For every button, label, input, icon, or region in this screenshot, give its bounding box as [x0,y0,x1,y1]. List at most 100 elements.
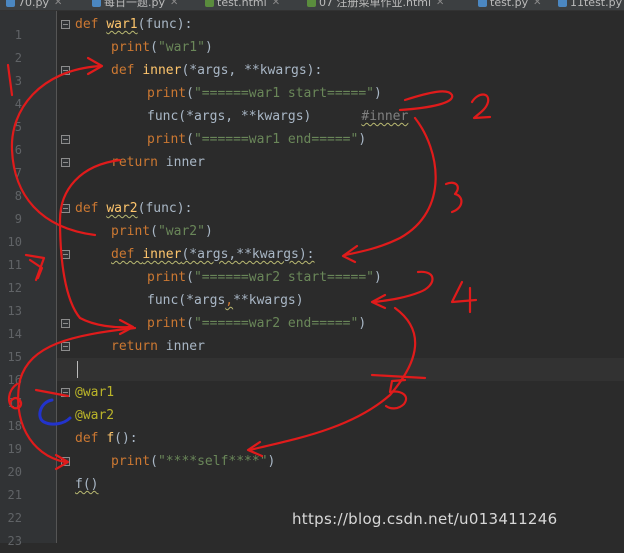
fold-toggle-icon[interactable] [61,135,70,144]
python-file-icon [6,0,15,7]
code-line-12[interactable]: print("======war2 start=====") [147,266,382,289]
code-line-9[interactable]: def war2(func): [75,197,192,220]
code-text: inner [165,155,205,170]
fold-toggle-icon[interactable] [61,20,70,29]
code-text: **kwargs) [233,293,304,308]
line-number: 7 [14,166,22,180]
code-text: (*args,**kwargs): [181,247,315,262]
code-text: ) [204,224,213,239]
annotation-arrow-4 [373,270,434,304]
annotation-number-5 [384,378,408,410]
tab-test-html[interactable]: test.html ✕ [205,0,280,10]
tab-register-menu-html[interactable]: 07 注册菜单作业.html ✕ [307,0,444,10]
code-line-15[interactable]: return inner [111,335,205,358]
code-line-18[interactable]: @war2 [75,404,114,427]
fold-toggle-icon[interactable] [61,457,70,466]
code-line-1[interactable]: def war1(func): [75,13,192,36]
code-line-3[interactable]: def inner(*args, **kwargs): [111,59,322,82]
code-line-11[interactable]: def inner(*args,**kwargs): [111,243,315,266]
code-text: ( [150,40,158,55]
builtin: print [111,224,151,239]
line-number: 23 [7,534,22,548]
html-file-icon [205,0,214,7]
tab-label: 70.py [18,0,49,9]
code-text: (): [114,431,138,446]
code-line-14[interactable]: print("======war2 end=====") [147,312,366,335]
builtin: print [111,40,151,55]
tab-label: 07 注册菜单作业.html [319,0,432,9]
code-line-19[interactable]: def f(): [75,427,138,450]
close-icon[interactable]: ✕ [533,0,541,8]
fold-toggle-icon[interactable] [61,342,70,351]
fold-toggle-icon[interactable] [61,388,70,397]
annotation-arrowhead [86,56,104,76]
comment: #inner [361,109,409,124]
close-icon[interactable]: ✕ [436,0,444,8]
function-name: war2 [106,201,138,216]
code-line-5[interactable]: func(*args, **kwargs) #inner [147,105,408,128]
html-file-icon [307,0,316,7]
fold-toggle-icon[interactable] [61,158,70,167]
keyword: def [75,201,107,216]
code-text: func(*args, **kwargs) [147,109,312,124]
current-line-highlight [57,358,624,381]
editor-tab-bar: 70.py ✕ 每日一题.py ✕ test.html ✕ 07 注册菜单作业.htm… [0,0,624,11]
annotation-number-3 [444,181,463,214]
code-text: f() [75,477,99,492]
string-literal: "war2" [157,224,205,239]
line-number: 14 [7,327,22,341]
tab-label: test.py [490,0,529,9]
gutter-divider [56,11,57,543]
code-line-2[interactable]: print("war1") [111,36,213,59]
line-number: 20 [7,465,22,479]
code-line-6[interactable]: print("======war1 end=====") [147,128,366,151]
line-number: 18 [7,419,22,433]
annotation-arrowhead [341,244,359,264]
code-text: ( [186,86,194,101]
code-text: (func): [137,201,193,216]
line-number: 5 [14,120,22,134]
line-number: 4 [14,97,22,111]
code-text: ) [373,270,382,285]
keyword: def [75,431,107,446]
tab-test-py[interactable]: test.py ✕ [478,0,542,10]
watermark-url: https://blog.csdn.net/u013411246 [292,510,558,528]
builtin: print [147,132,187,147]
code-text: ) [204,40,213,55]
function-name: f [106,431,115,446]
tab-70-py[interactable]: 70.py ✕ [6,0,62,10]
close-icon[interactable]: ✕ [54,0,62,8]
code-line-7[interactable]: return inner [111,151,205,174]
fold-toggle-icon[interactable] [61,319,70,328]
code-line-21[interactable]: f() [75,473,98,496]
annotation-number-4 [450,280,478,314]
string-literal: "======war1 start=====" [193,86,374,101]
tab-11test-py[interactable]: 11test.py [558,0,622,10]
line-number: 9 [14,212,22,226]
keyword: def [111,247,143,262]
fold-toggle-icon[interactable] [61,66,70,75]
code-line-4[interactable]: print("======war1 start=====") [147,82,382,105]
fold-toggle-icon[interactable] [61,204,70,213]
tab-label: 11test.py [570,0,623,9]
code-text: ( [150,224,158,239]
line-number: 6 [14,143,22,157]
function-name: inner [142,247,182,262]
code-line-13[interactable]: func(*args,**kwargs) [147,289,304,312]
fold-toggle-icon[interactable] [61,250,70,259]
python-file-icon [478,0,487,7]
code-text: ( [150,454,158,469]
code-line-10[interactable]: print("war2") [111,220,213,243]
line-number: 19 [7,442,22,456]
tab-label: test.html [217,0,267,9]
code-line-17[interactable]: @war1 [75,381,114,404]
close-icon[interactable]: ✕ [170,0,178,8]
keyword: return [111,339,166,354]
keyword: def [111,63,143,78]
function-name: war1 [106,17,138,32]
builtin: print [147,316,187,331]
tab-daily-question[interactable]: 每日一题.py ✕ [92,0,178,10]
line-number: 12 [7,281,22,295]
close-icon[interactable]: ✕ [272,0,280,8]
code-line-20[interactable]: print("****self****") [111,450,275,473]
